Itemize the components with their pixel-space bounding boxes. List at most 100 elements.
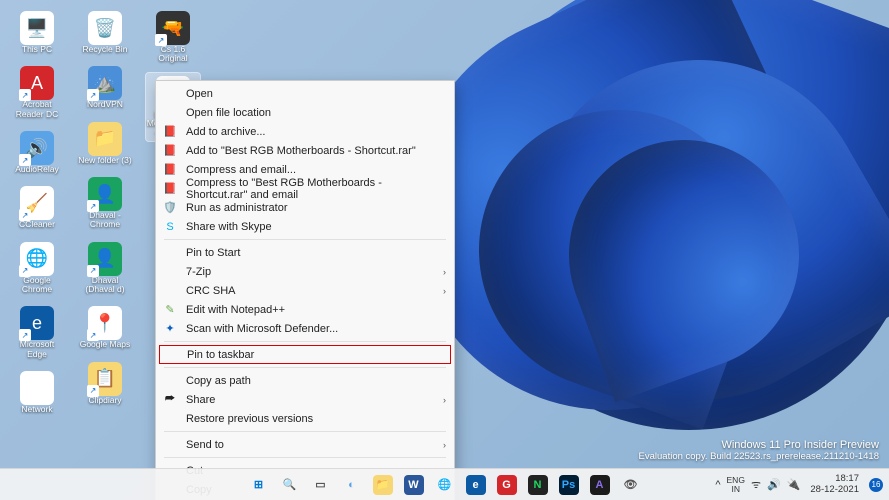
menu-item[interactable]: Pin to taskbar — [159, 345, 451, 364]
widgets-button[interactable]: ◐ — [338, 471, 366, 499]
app-a-icon[interactable]: A — [586, 471, 614, 499]
menu-item[interactable]: SShare with Skype — [156, 217, 454, 236]
menu-item[interactable]: Pin to Start — [156, 243, 454, 262]
menu-item[interactable]: Open file location — [156, 103, 454, 122]
menu-item-label: Share with Skype — [186, 221, 446, 233]
menu-item[interactable]: CRC SHA › — [156, 281, 454, 300]
desktop-icon[interactable]: 🌐↗Google Chrome — [10, 239, 64, 298]
desktop-icon-label: Google Chrome — [10, 276, 64, 295]
power-icon[interactable]: 🔌 — [787, 478, 801, 491]
menu-item[interactable]: ✎Edit with Notepad++ — [156, 300, 454, 319]
menu-separator — [164, 239, 446, 240]
desktop-icon[interactable]: ⛰️↗NordVPN — [78, 63, 132, 112]
app-g-icon[interactable]: G — [493, 471, 521, 499]
shortcut-arrow-icon: ↗ — [19, 89, 31, 101]
taskbar-center: ⊞🔍▭◐📁 W 🌐 eGN Ps A 👁 — [245, 469, 645, 500]
desktop-icon-label: Clipdiary — [88, 396, 121, 405]
taskbar-app-icon: N — [528, 475, 548, 495]
app-icon: 👤↗ — [88, 177, 122, 211]
taskbar-app-icon: e — [466, 475, 486, 495]
menu-item-label: Send to — [186, 439, 435, 451]
app-icon: A↗ — [20, 66, 54, 100]
menu-item[interactable]: ✦Scan with Microsoft Defender... — [156, 319, 454, 338]
desktop-icon[interactable]: 👤↗Dhaval (Dhaval d) — [78, 239, 132, 298]
search-button[interactable]: 🔍 — [276, 471, 304, 499]
menu-item-icon: 📕 — [162, 162, 178, 178]
windows-watermark: Windows 11 Pro Insider Preview Evaluatio… — [639, 439, 879, 462]
taskbar-app-icon: A — [590, 475, 610, 495]
desktop-icon[interactable]: 📁New folder (3) — [78, 119, 132, 168]
submenu-arrow-icon: › — [443, 286, 446, 296]
watermark-line2: Evaluation copy. Build 22523.rs_prerelea… — [639, 451, 879, 462]
desktop-icon[interactable]: e↗Microsoft Edge — [10, 303, 64, 362]
menu-item-icon: 📕 — [162, 181, 178, 197]
menu-item[interactable]: 🛡️Run as administrator — [156, 198, 454, 217]
menu-item-icon: 🛡️ — [162, 200, 178, 216]
desktop-icon[interactable]: 📍↗Google Maps — [78, 303, 132, 352]
taskbar-app-icon: W — [404, 475, 424, 495]
menu-separator — [164, 431, 446, 432]
explorer-icon[interactable]: 📁 — [369, 471, 397, 499]
desktop-icon[interactable]: A↗Acrobat Reader DC — [10, 63, 64, 122]
desktop-icon[interactable]: 🔫↗Cs 1.6 Original — [146, 8, 200, 67]
desktop-icon-label: This PC — [22, 45, 52, 54]
menu-item[interactable]: 7-Zip› — [156, 262, 454, 281]
menu-item-icon: 📕 — [162, 124, 178, 140]
notification-badge[interactable]: 16 — [869, 478, 883, 492]
menu-item-label: Add to archive... — [186, 126, 446, 138]
quicklook-icon[interactable]: 👁 — [617, 471, 645, 499]
app-icon: 📁 — [88, 122, 122, 156]
desktop-icon[interactable]: 🔊↗AudioRelay — [10, 128, 64, 177]
submenu-arrow-icon: › — [443, 440, 446, 450]
system-tray: ^ ENG IN ᯤ 🔊 🔌 18:17 28-12-2021 16 — [715, 469, 883, 500]
menu-item-label: Pin to taskbar — [187, 349, 445, 361]
task-view-button[interactable]: ▭ — [307, 471, 335, 499]
desktop-icon[interactable]: 👤↗Dhaval - Chrome — [78, 174, 132, 233]
shortcut-arrow-icon: ↗ — [155, 34, 167, 46]
menu-item[interactable]: 📕 Add to archive... — [156, 122, 454, 141]
edge-icon[interactable]: e — [462, 471, 490, 499]
taskbar-clock[interactable]: 18:17 28-12-2021 — [810, 474, 859, 495]
menu-item[interactable]: 📕Add to "Best RGB Motherboards - Shortcu… — [156, 141, 454, 160]
desktop-icon[interactable]: 🗑️Recycle Bin — [78, 8, 132, 57]
start-button[interactable]: ⊞ — [245, 471, 273, 499]
language-indicator[interactable]: ENG IN — [727, 476, 745, 493]
menu-item[interactable]: Copy as path — [156, 371, 454, 390]
app-icon: 🔊↗ — [20, 131, 54, 165]
submenu-arrow-icon: › — [443, 395, 446, 405]
menu-item-label: CRC SHA — [186, 285, 435, 297]
menu-item[interactable]: Restore previous versions — [156, 409, 454, 428]
desktop-icon[interactable]: 📋↗Clipdiary — [78, 359, 132, 408]
menu-item[interactable]: Send to › — [156, 435, 454, 454]
menu-separator — [164, 367, 446, 368]
desktop-icon[interactable]: 🖥️This PC — [10, 8, 64, 57]
volume-icon[interactable]: 🔊 — [767, 478, 781, 491]
app-icon: 🖥️ — [20, 11, 54, 45]
shortcut-arrow-icon: ↗ — [87, 89, 99, 101]
shortcut-arrow-icon: ↗ — [19, 154, 31, 166]
desktop-icon[interactable]: 🖧Network — [10, 368, 64, 417]
menu-item-icon: ⮫ — [162, 392, 178, 408]
desktop-icon-label: NordVPN — [87, 100, 123, 109]
menu-item-icon — [162, 86, 178, 102]
shortcut-arrow-icon: ↗ — [87, 329, 99, 341]
tray-chevron-up-icon[interactable]: ^ — [715, 479, 720, 491]
menu-item[interactable]: Open — [156, 84, 454, 103]
chrome-icon[interactable]: 🌐 — [431, 471, 459, 499]
menu-item[interactable]: ⮫Share› — [156, 390, 454, 409]
desktop-icon-label: CCleaner — [19, 220, 55, 229]
desktop-icon-label: Microsoft Edge — [10, 340, 64, 359]
taskbar-app-icon: G — [497, 475, 517, 495]
desktop-icon-label: Recycle Bin — [83, 45, 128, 54]
wifi-icon[interactable]: ᯤ — [751, 477, 761, 492]
menu-item-icon: 📕 — [162, 143, 178, 159]
app-icon: 🖧 — [20, 371, 54, 405]
menu-separator — [164, 341, 446, 342]
menu-item[interactable]: 📕Compress to "Best RGB Motherboards - Sh… — [156, 179, 454, 198]
app-n-icon[interactable]: N — [524, 471, 552, 499]
desktop-icon-label: Dhaval (Dhaval d) — [78, 276, 132, 295]
word-icon[interactable]: W — [400, 471, 428, 499]
photoshop-icon[interactable]: Ps — [555, 471, 583, 499]
desktop-icon[interactable]: 🧹↗CCleaner — [10, 183, 64, 232]
menu-item-label: Open — [186, 88, 446, 100]
